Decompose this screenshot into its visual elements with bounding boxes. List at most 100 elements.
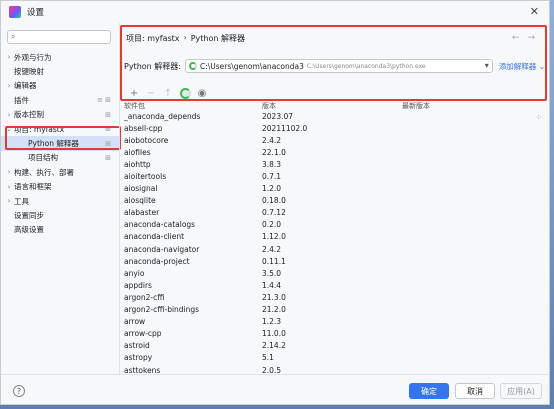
chevron-icon: › <box>7 182 11 191</box>
sidebar-item[interactable]: › 语言和框架 <box>1 180 119 194</box>
package-version: 1.2.0 <box>262 184 282 194</box>
table-row[interactable]: aiobotocore 2.4.2 <box>124 134 544 146</box>
package-name: anyio <box>124 268 145 278</box>
table-row[interactable]: anaconda-catalogs 0.2.0 <box>124 219 544 231</box>
nav-arrows: ← → <box>512 33 535 43</box>
project-scope-icon: ⊞ <box>105 153 111 162</box>
package-version: 21.2.0 <box>262 305 286 315</box>
table-row[interactable]: argon2-cffi 21.3.0 <box>124 291 544 303</box>
package-name: aiosignal <box>124 184 158 194</box>
table-row[interactable]: aiosignal 1.2.0 <box>124 183 544 195</box>
chevron-icon: › <box>7 81 11 90</box>
sidebar-item-label: 编辑器 <box>14 81 37 91</box>
sidebar-item-label: 高级设置 <box>14 225 44 235</box>
highlight-box-interpreter: 项目: myfastx › Python 解释器 ← → Python 解释器:… <box>120 25 547 101</box>
sidebar-item[interactable]: 按键映射 <box>1 64 119 78</box>
sidebar-item[interactable]: 插件 ≡ ⊞ <box>1 93 119 107</box>
table-row[interactable]: alabaster 0.7.12 <box>124 207 544 219</box>
sidebar-item[interactable]: 项目结构 ⊞ <box>1 151 119 165</box>
interpreter-select[interactable]: C:\Users\genom\anaconda3 C:\Users\genom\… <box>184 59 493 73</box>
eye-icon[interactable]: ◉ <box>196 87 208 99</box>
forward-arrow-icon[interactable]: → <box>527 33 535 43</box>
table-row[interactable]: anaconda-client 1.12.0 <box>124 231 544 243</box>
settings-sidebar: ⌕ › 外观与行为 按键映射 › 编辑器 插件 ≡ ⊞ › 版本控制 ⊞ ⌄ 项目: myfastx ⊞… <box>1 23 119 374</box>
chevron-down-icon: ⌄ <box>538 61 545 71</box>
package-version: 21.3.0 <box>262 292 286 302</box>
breadcrumb-page: Python 解释器 <box>190 34 246 43</box>
table-row[interactable]: aioitertools 0.7.1 <box>124 170 544 182</box>
column-header-package[interactable]: 软件包 <box>124 101 262 109</box>
breadcrumb: 项目: myfastx › Python 解释器 <box>126 33 245 44</box>
package-version: 0.11.1 <box>262 256 286 266</box>
sidebar-item[interactable]: › 工具 <box>1 194 119 208</box>
package-version: 1.12.0 <box>262 232 286 242</box>
apply-button[interactable]: 应用(A) <box>500 383 542 399</box>
package-name: anaconda-client <box>124 232 185 242</box>
sidebar-item[interactable]: 设置同步 <box>1 208 119 222</box>
chevron-down-icon: ▾ <box>484 61 489 70</box>
package-version: 0.7.12 <box>262 208 286 218</box>
sidebar-item[interactable]: 高级设置 <box>1 223 119 237</box>
table-row[interactable]: anyio 3.5.0 <box>124 267 544 279</box>
refresh-spinner-icon[interactable] <box>179 87 191 99</box>
package-name: appdirs <box>124 280 152 290</box>
table-row[interactable]: aiosqlite 0.18.0 <box>124 195 544 207</box>
package-name: argon2-cffi <box>124 292 165 302</box>
table-row[interactable]: argon2-cffi-bindings 21.2.0 <box>124 304 544 316</box>
column-header-latest[interactable]: 最新版本 <box>402 101 502 109</box>
close-icon[interactable]: ✕ <box>530 5 539 18</box>
package-name: _anaconda_depends <box>124 111 201 121</box>
package-name: aiosqlite <box>124 196 156 206</box>
column-header-version[interactable]: 版本 <box>262 101 402 109</box>
sidebar-item-label: 构建、执行、部署 <box>14 167 74 177</box>
sidebar-item[interactable]: › 构建、执行、部署 <box>1 165 119 179</box>
table-row[interactable]: arrow-cpp 11.0.0 <box>124 328 544 340</box>
search-input[interactable]: ⌕ <box>7 30 111 44</box>
remove-package-icon[interactable]: − <box>145 87 157 99</box>
package-name: astroid <box>124 341 150 351</box>
chevron-icon: › <box>7 168 11 177</box>
table-row[interactable]: astropy 5.1 <box>124 352 544 364</box>
chevron-icon: › <box>7 197 11 206</box>
package-version: 0.7.1 <box>262 172 282 182</box>
table-row[interactable]: absell-cpp 20211102.0 <box>124 122 544 134</box>
add-package-icon[interactable]: + <box>128 87 140 99</box>
table-row[interactable]: _anaconda_depends 2023.07 <box>124 110 544 122</box>
package-version: 2.14.2 <box>262 341 286 351</box>
sidebar-item-label: 设置同步 <box>14 210 44 220</box>
sidebar-item-label: 按键映射 <box>14 67 44 77</box>
table-row[interactable]: aiohttp 3.8.3 <box>124 158 544 170</box>
back-arrow-icon[interactable]: ← <box>512 33 520 43</box>
chevron-icon: › <box>7 110 11 119</box>
sidebar-item[interactable]: › 编辑器 <box>1 79 119 93</box>
breadcrumb-project[interactable]: 项目: myfastx <box>126 33 180 44</box>
project-scope-icon: ≡ ⊞ <box>97 96 111 105</box>
package-name: astropy <box>124 353 153 363</box>
package-name: anaconda-project <box>124 256 190 266</box>
package-name: argon2-cffi-bindings <box>124 305 200 315</box>
add-interpreter-link[interactable]: 添加解释器 ⌄ <box>499 61 545 72</box>
table-row[interactable]: aiofiles 22.1.0 <box>124 146 544 158</box>
package-table-header: 软件包 版本 最新版本 <box>124 101 544 109</box>
sidebar-item-label: 外观与行为 <box>14 52 52 62</box>
table-row[interactable]: appdirs 1.4.4 <box>124 279 544 291</box>
table-row[interactable]: astroid 2.14.2 <box>124 340 544 352</box>
cancel-button[interactable]: 取消 <box>455 383 495 399</box>
upgrade-package-icon[interactable]: ↑ <box>162 87 174 99</box>
ok-button[interactable]: 确定 <box>409 383 449 399</box>
highlight-box-sidebar <box>5 126 121 150</box>
interpreter-row: Python 解释器: C:\Users\genom\anaconda3 C:\… <box>124 58 545 74</box>
search-icon: ⌕ <box>11 32 16 41</box>
table-row[interactable]: anaconda-navigator 2.4.2 <box>124 243 544 255</box>
package-version: 3.8.3 <box>262 159 282 169</box>
package-name: alabaster <box>124 208 160 218</box>
table-row[interactable]: anaconda-project 0.11.1 <box>124 255 544 267</box>
package-version: 1.2.3 <box>262 317 282 327</box>
help-icon[interactable]: ? <box>13 385 25 397</box>
sidebar-item[interactable]: › 版本控制 ⊞ <box>1 108 119 122</box>
package-name: anaconda-catalogs <box>124 220 196 230</box>
sidebar-item[interactable]: › 外观与行为 <box>1 50 119 64</box>
sidebar-item-label: 项目结构 <box>28 153 58 163</box>
table-row[interactable]: arrow 1.2.3 <box>124 316 544 328</box>
package-version: 0.18.0 <box>262 196 286 206</box>
